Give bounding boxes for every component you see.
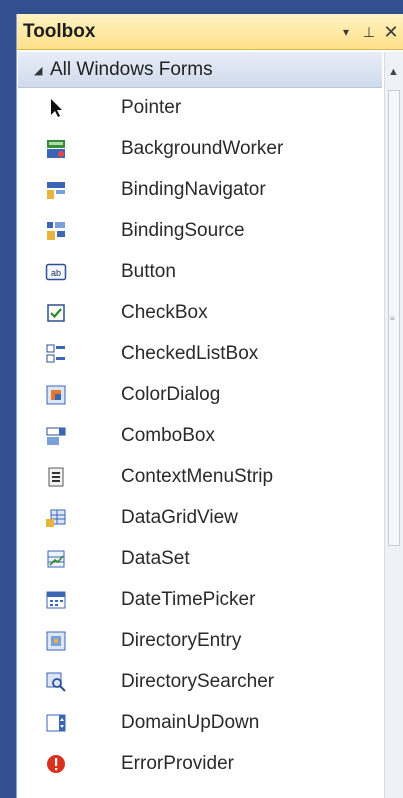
- toolbox-item-label: ErrorProvider: [121, 753, 234, 774]
- scroll-up-arrow-icon[interactable]: ▲: [388, 66, 399, 78]
- checkbox-icon: [47, 304, 65, 322]
- scrollbar-thumb[interactable]: ≡: [388, 90, 400, 546]
- toolbox-item-errorprovider[interactable]: ErrorProvider: [17, 744, 383, 785]
- toolbox-item-dataset[interactable]: DataSet: [17, 539, 383, 580]
- pointer-icon: [51, 99, 62, 117]
- toolbox-item-combobox[interactable]: ComboBox: [17, 416, 383, 457]
- collapse-triangle-icon[interactable]: ◢: [34, 64, 42, 77]
- toolbox-item-domainupdown[interactable]: DomainUpDown: [17, 703, 383, 744]
- binding-source-icon: [47, 222, 65, 240]
- domain-up-down-icon: [46, 714, 66, 732]
- toolbox-item-backgroundworker[interactable]: BackgroundWorker: [17, 129, 383, 170]
- toolbox-item-directoryentry[interactable]: DirectoryEntry: [17, 621, 383, 662]
- toolbox-item-button[interactable]: ab Button: [17, 252, 383, 293]
- directory-searcher-icon: [46, 672, 66, 692]
- color-dialog-icon: [46, 385, 66, 405]
- data-grid-view-icon: [46, 509, 66, 527]
- toolbox-item-label: DirectorySearcher: [121, 671, 275, 692]
- pin-icon[interactable]: ⊥: [360, 21, 378, 43]
- toolbox-item-label: DataGridView: [121, 507, 238, 528]
- toolbox-panel: Toolbox ▾ ⊥ ✕ ◢ All Windows Forms Pointe…: [16, 14, 403, 798]
- toolbox-item-label: ContextMenuStrip: [121, 466, 274, 487]
- toolbox-item-directorysearcher[interactable]: DirectorySearcher: [17, 662, 383, 703]
- toolbox-item-label: ComboBox: [121, 425, 215, 446]
- toolbox-item-label: BindingNavigator: [121, 179, 266, 200]
- group-label: All Windows Forms: [50, 59, 213, 80]
- dataset-icon: [47, 550, 65, 568]
- toolbox-item-label: CheckBox: [121, 302, 208, 323]
- scrollbar-grip-icon: ≡: [390, 314, 395, 323]
- toolbox-item-checkedlistbox[interactable]: CheckedListBox: [17, 334, 383, 375]
- toolbox-item-checkbox[interactable]: CheckBox: [17, 293, 383, 334]
- context-menu-strip-icon: [48, 467, 64, 487]
- background-worker-icon: [47, 140, 65, 158]
- toolbox-titlebar[interactable]: Toolbox ▾ ⊥ ✕: [17, 14, 403, 50]
- toolbox-title: Toolbox: [23, 21, 96, 42]
- directory-entry-icon: [46, 631, 66, 651]
- toolbox-item-datagridview[interactable]: DataGridView: [17, 498, 383, 539]
- toolbox-item-label: DirectoryEntry: [121, 630, 242, 651]
- toolbox-item-contextmenustrip[interactable]: ContextMenuStrip: [17, 457, 383, 498]
- toolbox-item-label: BindingSource: [121, 220, 245, 241]
- toolbox-item-label: Button: [121, 261, 176, 282]
- binding-navigator-icon: [47, 182, 65, 199]
- svg-text:ab: ab: [51, 268, 61, 278]
- button-icon: ab: [45, 263, 67, 281]
- toolbox-item-label: DomainUpDown: [121, 712, 260, 733]
- checked-list-box-icon: [46, 344, 65, 363]
- toolbox-item-colordialog[interactable]: ColorDialog: [17, 375, 383, 416]
- toolbox-item-label: CheckedListBox: [121, 343, 259, 364]
- group-all-windows-forms[interactable]: ◢ All Windows Forms: [18, 52, 382, 88]
- toolbox-item-bindingsource[interactable]: BindingSource: [17, 211, 383, 252]
- toolbox-item-label: BackgroundWorker: [121, 138, 284, 159]
- error-provider-icon: [47, 755, 65, 773]
- toolbox-item-datetimepicker[interactable]: DateTimePicker: [17, 580, 383, 621]
- toolbox-scrollbar[interactable]: ▲ ≡: [384, 52, 403, 798]
- toolbox-item-label: DateTimePicker: [121, 589, 256, 610]
- toolbox-item-label: Pointer: [121, 97, 182, 118]
- window-position-dropdown-icon[interactable]: ▾: [337, 21, 355, 43]
- toolbox-item-bindingnavigator[interactable]: BindingNavigator: [17, 170, 383, 211]
- date-time-picker-icon: [46, 591, 66, 609]
- combobox-icon: [46, 427, 66, 445]
- toolbox-item-label: ColorDialog: [121, 384, 221, 405]
- close-icon[interactable]: ✕: [382, 21, 400, 43]
- toolbox-item-pointer[interactable]: Pointer: [17, 88, 383, 129]
- toolbox-item-label: DataSet: [121, 548, 190, 569]
